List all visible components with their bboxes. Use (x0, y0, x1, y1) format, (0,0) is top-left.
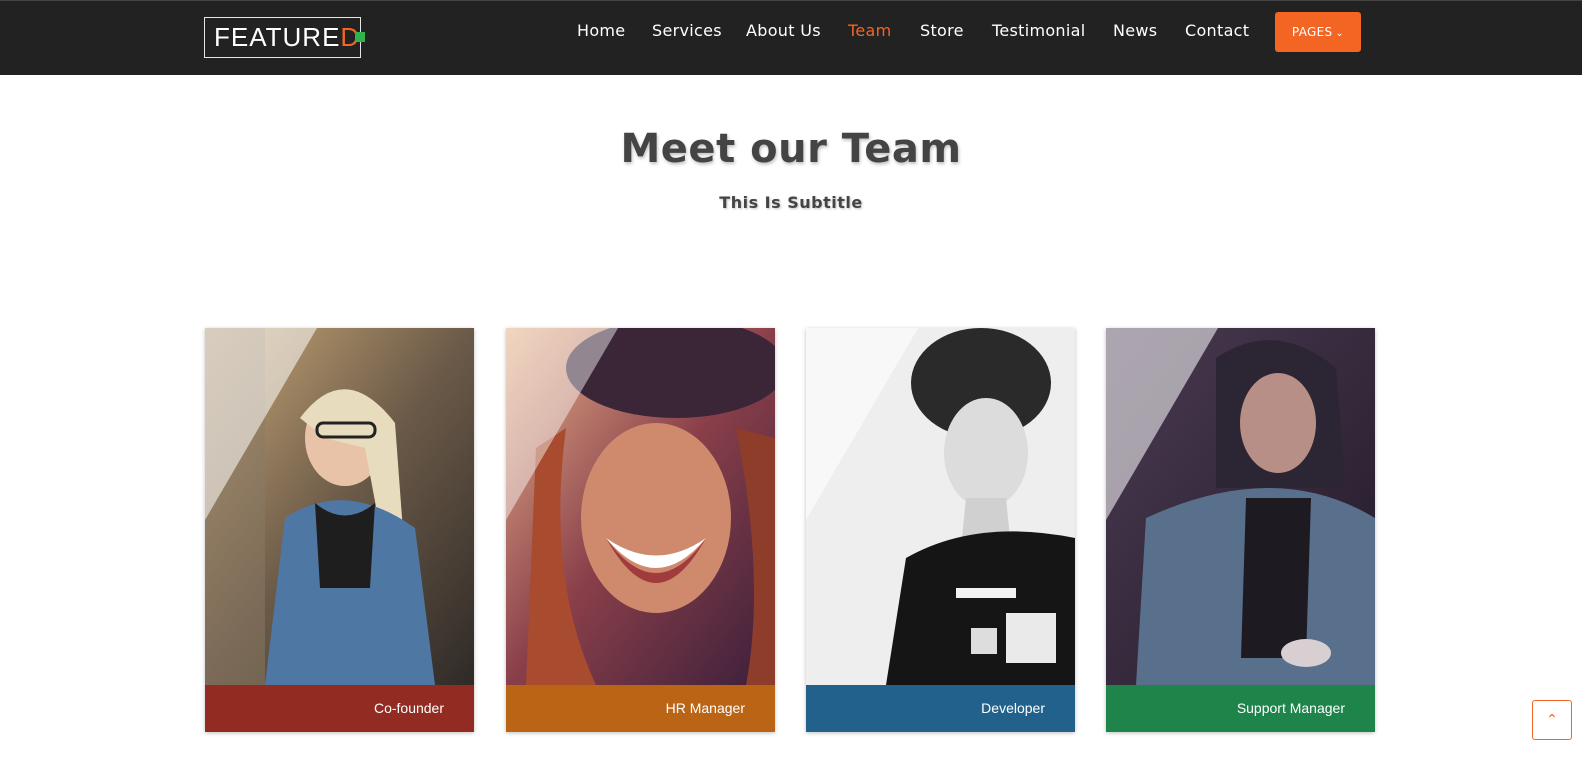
team-card-developer[interactable]: Developer (806, 328, 1075, 732)
team-photo-image (806, 328, 1075, 685)
chevron-up-icon: ⌃ (1546, 712, 1558, 728)
section-subtitle: This Is Subtitle (719, 193, 863, 212)
nav-item-testimonial[interactable]: Testimonial (992, 21, 1085, 40)
team-role: Co-founder (205, 685, 474, 732)
nav-item-news[interactable]: News (1113, 21, 1157, 40)
team-card-hr-manager[interactable]: HR Manager (506, 328, 775, 732)
nav-item-services[interactable]: Services (652, 21, 722, 40)
top-navbar: FEATURED Home Services About Us Team Sto… (0, 0, 1582, 75)
nav-item-contact[interactable]: Contact (1185, 21, 1249, 40)
team-photo-image (1106, 328, 1375, 685)
chevron-down-icon: ⌄ (1335, 28, 1345, 39)
team-photo (506, 328, 775, 685)
pages-dropdown-button[interactable]: PAGES ⌄ (1275, 12, 1361, 52)
team-photo (1106, 328, 1375, 685)
nav-item-store[interactable]: Store (920, 21, 964, 40)
team-photo (205, 328, 474, 685)
nav-item-about-us[interactable]: About Us (746, 21, 821, 40)
team-role: Support Manager (1106, 685, 1375, 732)
team-photo-image (506, 328, 775, 685)
team-photo (806, 328, 1075, 685)
team-role: HR Manager (506, 685, 775, 732)
team-photo-image (205, 328, 474, 685)
team-card-support-manager[interactable]: Support Manager (1106, 328, 1375, 732)
section-title: Meet our Team (620, 126, 962, 172)
pages-button-label: PAGES (1291, 25, 1333, 39)
team-card-cofounder[interactable]: Co-founder (205, 328, 474, 732)
team-role: Developer (806, 685, 1075, 732)
nav-item-home[interactable]: Home (577, 21, 625, 40)
nav-item-team[interactable]: Team (848, 21, 892, 40)
scroll-to-top-button[interactable]: ⌃ (1532, 700, 1572, 740)
